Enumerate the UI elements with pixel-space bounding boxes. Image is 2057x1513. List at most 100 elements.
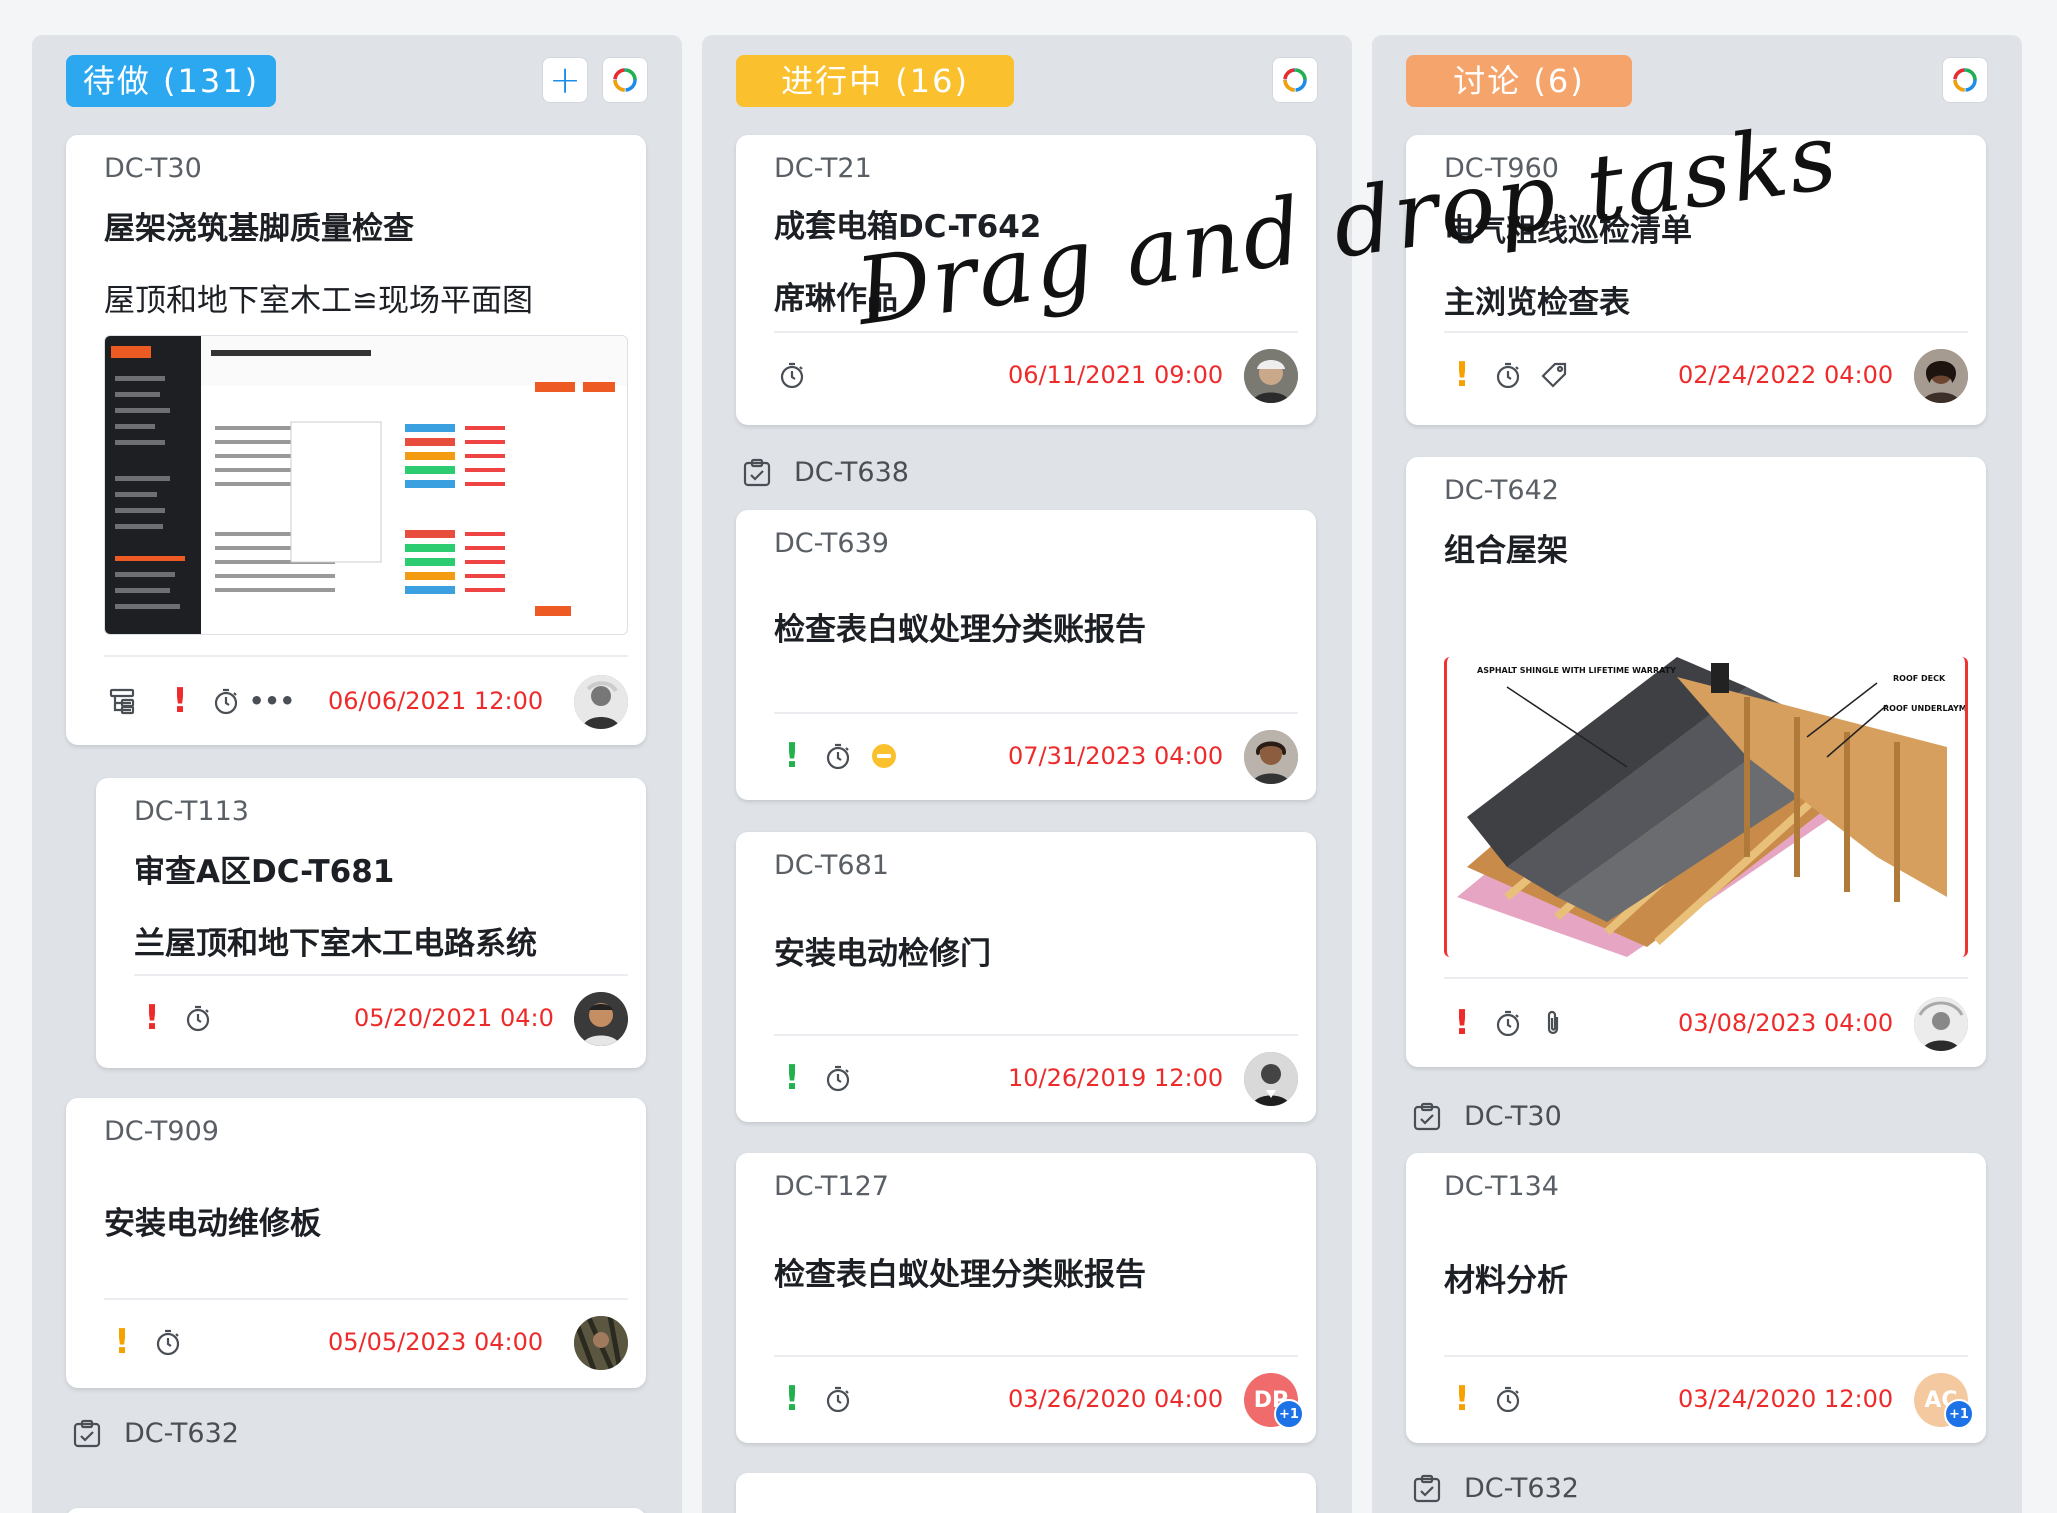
task-group-label[interactable]: DC-T632 — [72, 1418, 239, 1449]
task-card[interactable] — [736, 1473, 1316, 1513]
assignee-avatar[interactable] — [1244, 730, 1298, 784]
blocked-status-icon[interactable] — [866, 738, 902, 774]
task-card[interactable]: DC-T909 安装电动维修板 ! 05/05/2023 04:00 P — [66, 1098, 646, 1388]
assignee-initials-avatar[interactable]: DP +1 — [1244, 1373, 1304, 1429]
card-footer: ! 02/24/2022 04:00 PI — [1444, 349, 1968, 405]
column-header: 待做 (131) + — [66, 55, 648, 107]
card-footer: 06/11/2021 09:00 AM — [774, 349, 1298, 405]
priority-high-icon[interactable]: ! — [134, 1000, 170, 1036]
task-card[interactable]: DC-T642 组合屋架 ASPHALT SHINGLE WITH LIFETI… — [1406, 457, 1986, 1067]
status-ring-icon[interactable] — [602, 57, 648, 103]
task-title: 审查A区DC-T681 — [134, 854, 395, 890]
card-divider — [134, 974, 628, 976]
tag-icon[interactable] — [1536, 357, 1572, 393]
due-date: 02/24/2022 04:00 PI — [1678, 361, 1896, 389]
card-divider — [774, 1034, 1298, 1036]
due-date: 06/11/2021 09:00 AM — [1008, 361, 1226, 389]
extra-assignees-badge[interactable]: +1 — [1274, 1399, 1304, 1429]
priority-medium-icon[interactable]: ! — [1444, 357, 1480, 393]
status-ring-icon[interactable] — [1272, 57, 1318, 103]
task-id: DC-T642 — [1444, 475, 1559, 506]
task-title: 安装电动检修门 — [774, 936, 991, 972]
attachment-clip-icon[interactable] — [1536, 1005, 1572, 1041]
task-card[interactable]: DC-T113 审查A区DC-T681 兰屋顶和地下室木工电路系统 ! 05/2… — [96, 778, 646, 1068]
assignee-avatar[interactable] — [1244, 349, 1298, 403]
task-id: DC-T127 — [774, 1171, 889, 1202]
card-divider — [1444, 331, 1968, 333]
priority-high-icon[interactable]: ! — [1444, 1005, 1480, 1041]
timer-icon[interactable] — [820, 1381, 856, 1417]
card-footer: ! 05/20/2021 04:00 — [134, 992, 628, 1048]
task-title: 组合屋架 — [1444, 533, 1568, 569]
assignee-avatar[interactable] — [1914, 997, 1968, 1051]
attachment-screenshot-thumbnail[interactable] — [104, 335, 628, 635]
more-options-icon[interactable]: ••• — [249, 683, 295, 719]
priority-high-icon[interactable]: ! — [162, 683, 198, 719]
diagram-label-deck: ROOF DECK — [1893, 674, 1946, 683]
card-divider — [774, 331, 1298, 333]
assignee-avatar[interactable] — [574, 992, 628, 1046]
timer-icon[interactable] — [150, 1324, 186, 1360]
due-date: 05/20/2021 04:00 — [354, 1004, 554, 1032]
task-group-label[interactable]: DC-T638 — [742, 457, 909, 488]
attachment-roof-diagram-thumbnail[interactable]: ASPHALT SHINGLE WITH LIFETIME WARRATY RO… — [1444, 657, 1968, 957]
due-date: 03/24/2020 12:00 AI — [1678, 1385, 1896, 1413]
timer-icon[interactable] — [1490, 1381, 1526, 1417]
extra-assignees-badge[interactable]: +1 — [1944, 1399, 1974, 1429]
task-card[interactable]: DC-T127 检查表白蚁处理分类账报告 ! 03/26/2020 04:00 … — [736, 1153, 1316, 1443]
task-title: 安装电动维修板 — [104, 1206, 321, 1242]
column-title-badge[interactable]: 进行中 (16) — [736, 55, 1014, 107]
clipboard-check-icon — [1413, 1474, 1441, 1502]
group-label-text: DC-T632 — [124, 1418, 239, 1449]
task-card[interactable]: DC-T30 屋架浇筑基脚质量检查 屋顶和地下室木工≌现场平面图 ! ••• 0… — [66, 135, 646, 745]
priority-low-icon[interactable]: ! — [774, 1060, 810, 1096]
add-task-button[interactable]: + — [542, 57, 588, 103]
assignee-avatar[interactable] — [574, 1316, 628, 1370]
task-group-label[interactable]: DC-T30 — [1412, 1101, 1562, 1132]
priority-low-icon[interactable]: ! — [774, 738, 810, 774]
column-title-badge[interactable]: 讨论 (6) — [1406, 55, 1632, 107]
timer-icon[interactable] — [208, 683, 244, 719]
priority-low-icon[interactable]: ! — [774, 1381, 810, 1417]
card-footer: ! 07/31/2023 04:00 PM — [774, 730, 1298, 786]
task-card[interactable]: DC-T681 安装电动检修门 ! 10/26/2019 12:00 PM — [736, 832, 1316, 1122]
timer-icon[interactable] — [180, 1000, 216, 1036]
timer-icon[interactable] — [820, 1060, 856, 1096]
timer-icon[interactable] — [820, 738, 856, 774]
task-id: DC-T113 — [134, 796, 249, 827]
timer-icon[interactable] — [774, 357, 810, 393]
assignee-avatar[interactable] — [1914, 349, 1968, 403]
task-id: DC-T681 — [774, 850, 889, 881]
assignee-avatar[interactable] — [574, 675, 628, 729]
task-subtitle: 屋顶和地下室木工≌现场平面图 — [104, 283, 533, 319]
task-card[interactable] — [66, 1508, 646, 1513]
timer-icon[interactable] — [1490, 1005, 1526, 1041]
due-date: 07/31/2023 04:00 PM — [1008, 742, 1226, 770]
priority-medium-icon[interactable]: ! — [104, 1324, 140, 1360]
column-title-badge[interactable]: 待做 (131) — [66, 55, 276, 107]
task-group-label[interactable]: DC-T632 — [1412, 1473, 1579, 1504]
assignee-avatar[interactable] — [1244, 1052, 1298, 1106]
task-id: DC-T639 — [774, 528, 889, 559]
task-card[interactable]: DC-T639 检查表白蚁处理分类账报告 ! 07/31/2023 04:00 … — [736, 510, 1316, 800]
card-divider — [104, 655, 628, 657]
task-title: 屋架浇筑基脚质量检查 — [104, 211, 414, 247]
task-id: DC-T30 — [104, 153, 202, 184]
diagram-label-shingle: ASPHALT SHINGLE WITH LIFETIME WARRATY — [1477, 666, 1676, 675]
task-card[interactable]: DC-T134 材料分析 ! 03/24/2020 12:00 AI AC +1 — [1406, 1153, 1986, 1443]
task-title: 材料分析 — [1444, 1263, 1568, 1299]
card-divider — [104, 1298, 628, 1300]
due-date: 05/05/2023 04:00 P — [328, 1328, 548, 1356]
subtasks-icon[interactable] — [104, 683, 140, 719]
task-subtitle: 主浏览检查表 — [1444, 285, 1630, 321]
due-date: 10/26/2019 12:00 PM — [1008, 1064, 1226, 1092]
diagram-label-underlay: ROOF UNDERLAYMENT — [1883, 704, 1965, 713]
card-divider — [774, 712, 1298, 714]
assignee-initials-avatar[interactable]: AC +1 — [1914, 1373, 1974, 1429]
column-header: 讨论 (6) — [1406, 55, 1988, 107]
timer-icon[interactable] — [1490, 357, 1526, 393]
clipboard-check-icon — [743, 458, 771, 486]
column-todo: 待做 (131) + DC-T30 屋架浇筑基脚质量检查 屋顶和地下室木工≌现场… — [32, 35, 682, 1513]
priority-medium-icon[interactable]: ! — [1444, 1381, 1480, 1417]
status-ring-icon[interactable] — [1942, 57, 1988, 103]
